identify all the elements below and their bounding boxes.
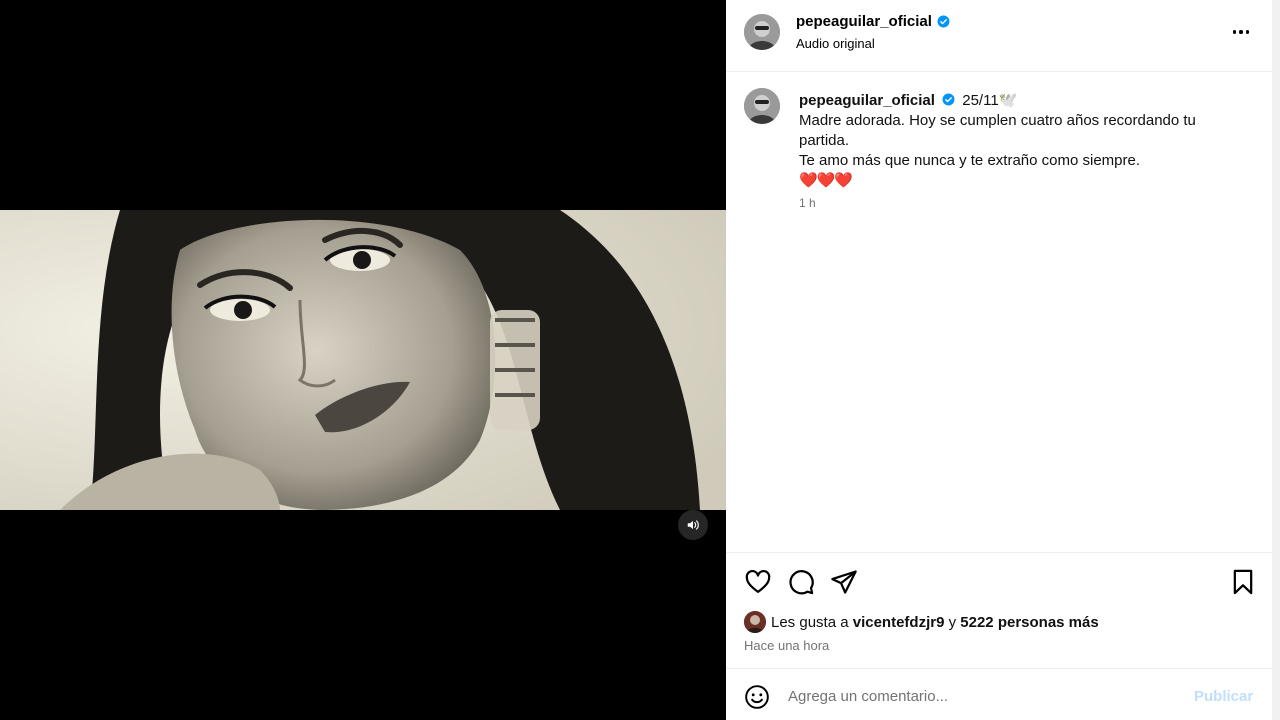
author-username-row: pepeaguilar_oficial [796, 13, 950, 30]
caption-author-avatar[interactable] [744, 88, 780, 124]
verified-badge-icon [937, 15, 950, 28]
vintage-portrait-image [0, 210, 726, 510]
action-bar: Les gusta a vicentefdzjr9 y 5222 persona… [726, 552, 1272, 668]
dot [1245, 30, 1250, 34]
author-avatar[interactable] [744, 14, 780, 50]
dot [1232, 30, 1237, 34]
post-details-panel: pepeaguilar_oficial Audio original pepea… [726, 0, 1272, 720]
post-video-frame[interactable] [0, 210, 726, 510]
dot [1239, 30, 1243, 34]
likes-summary: Les gusta a vicentefdzjr9 y 5222 persona… [744, 611, 1099, 633]
caption-section: pepeaguilar_oficial 25/11🕊️ Madre adorad… [726, 72, 1272, 552]
liker-avatar[interactable] [744, 611, 766, 633]
caption-date: 25/11🕊️ [962, 92, 1018, 109]
instagram-post-modal: pepeaguilar_oficial Audio original pepea… [0, 0, 1280, 720]
paper-plane-icon[interactable] [830, 568, 858, 596]
heart-icon[interactable] [744, 568, 772, 596]
comment-input[interactable] [788, 681, 1168, 711]
likes-others-link[interactable]: 5222 personas más [960, 614, 1098, 631]
verified-badge-icon [942, 93, 955, 106]
caption-username[interactable]: pepeaguilar_oficial [799, 92, 935, 109]
smiley-icon[interactable] [744, 684, 770, 710]
posted-time[interactable]: Hace una hora [744, 638, 829, 653]
liker-username[interactable]: vicentefdzjr9 [853, 614, 945, 631]
comment-composer: Publicar [726, 668, 1272, 720]
caption-text: pepeaguilar_oficial 25/11🕊️ Madre adorad… [799, 91, 1239, 191]
caption-timestamp[interactable]: 1 h [799, 196, 816, 210]
more-options-button[interactable] [1228, 22, 1254, 42]
audio-original-link[interactable]: Audio original [796, 36, 875, 51]
media-panel [0, 0, 726, 720]
avatar-image [744, 88, 780, 124]
page-scrollbar[interactable] [1272, 0, 1280, 720]
bookmark-icon[interactable] [1229, 568, 1257, 596]
post-header: pepeaguilar_oficial Audio original [726, 0, 1272, 72]
avatar-image [744, 14, 780, 50]
likes-connector: y [948, 613, 957, 631]
speaker-icon [687, 520, 699, 530]
caption-line: Madre adorada. Hoy se cumplen cuatro año… [799, 112, 1196, 149]
likes-prefix: Les gusta a [771, 613, 849, 631]
sound-toggle-button[interactable] [678, 510, 708, 540]
publish-button[interactable]: Publicar [1194, 688, 1253, 705]
caption-line: Te amo más que nunca y te extraño como s… [799, 152, 1141, 169]
caption-hearts: ❤️❤️❤️ [799, 172, 853, 189]
avatar-image [744, 611, 766, 633]
author-username[interactable]: pepeaguilar_oficial [796, 13, 932, 30]
comment-bubble-icon[interactable] [787, 568, 815, 596]
